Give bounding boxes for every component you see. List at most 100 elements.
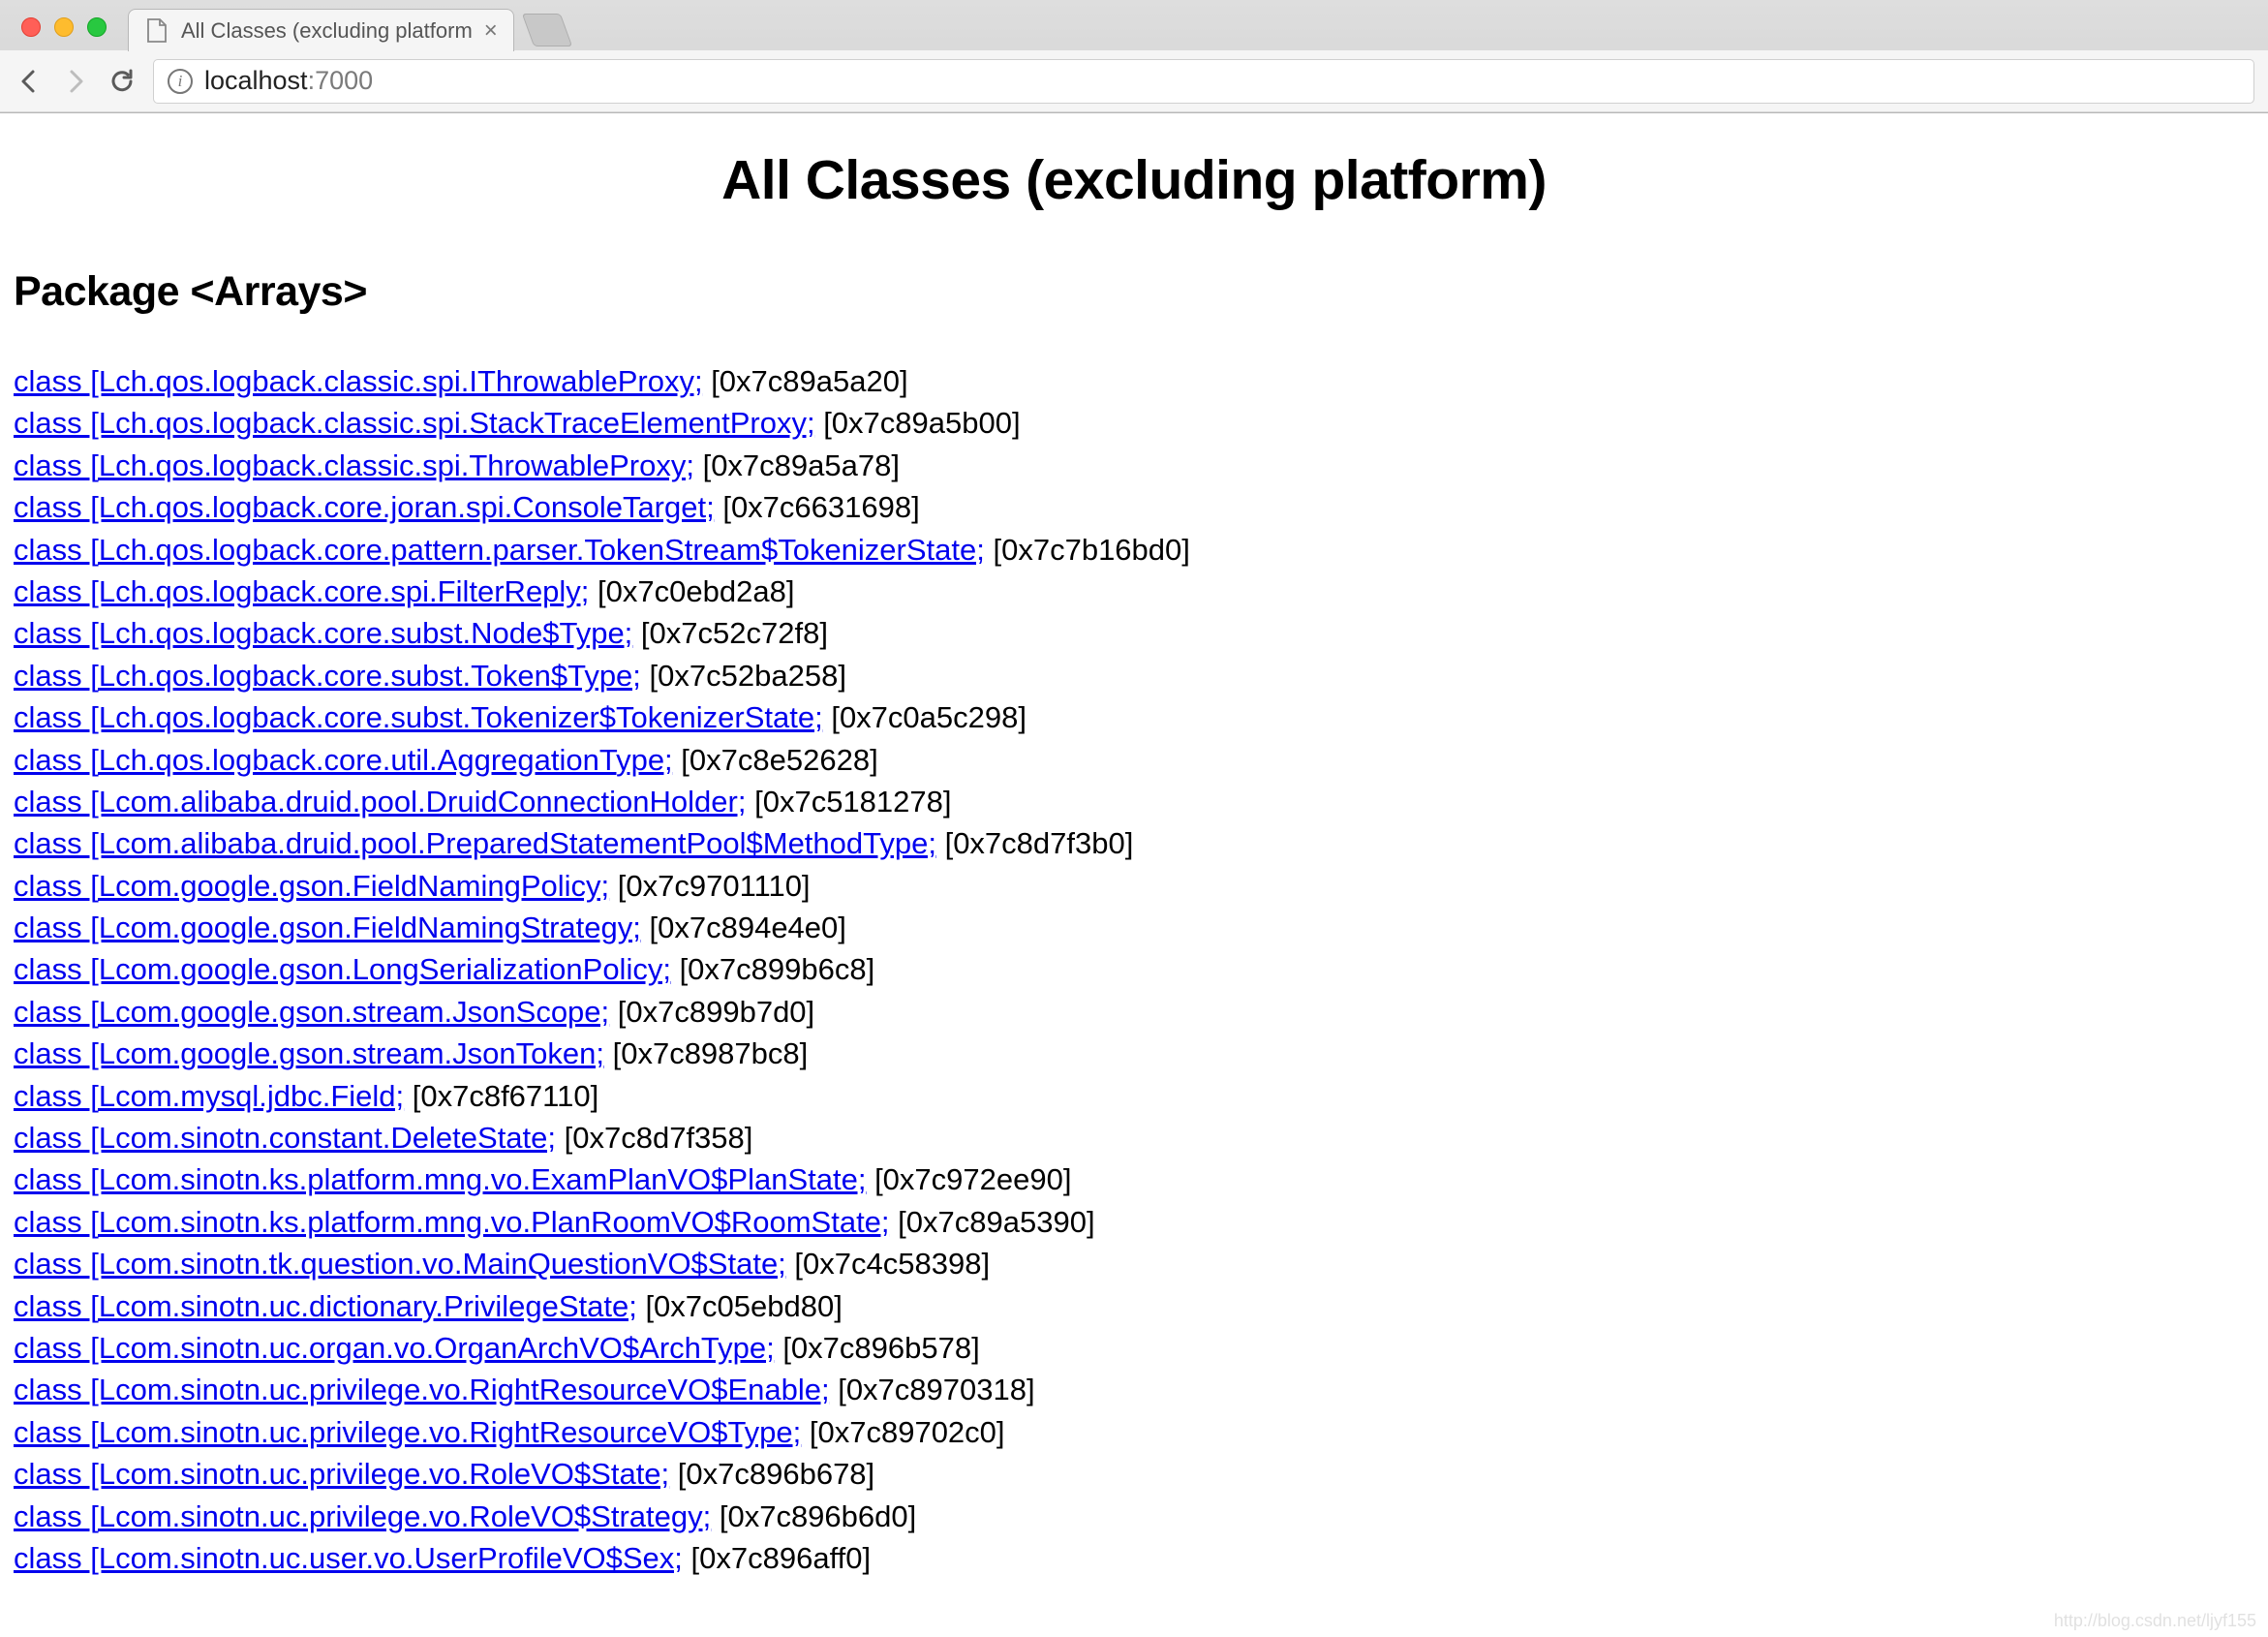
class-entry: class [Lcom.google.gson.stream.JsonToken… [14,1033,2254,1074]
class-link[interactable]: class [Lcom.sinotn.uc.privilege.vo.RoleV… [14,1499,711,1533]
class-link[interactable]: class [Lch.qos.logback.classic.spi.Stack… [14,406,815,440]
class-link[interactable]: class [Lch.qos.logback.core.subst.Tokeni… [14,700,823,734]
class-entry: class [Lcom.sinotn.uc.dictionary.Privile… [14,1285,2254,1327]
class-address: [0x7c89a5a20] [703,364,908,398]
class-link[interactable]: class [Lcom.google.gson.LongSerializatio… [14,952,671,986]
class-entry: class [Lcom.google.gson.stream.JsonScope… [14,991,2254,1033]
class-address: [0x7c89a5b00] [815,406,1021,440]
class-address: [0x7c05ebd80] [637,1289,843,1323]
class-link[interactable]: class [Lcom.sinotn.uc.organ.vo.OrganArch… [14,1331,775,1365]
class-entry: class [Lch.qos.logback.core.util.Aggrega… [14,739,2254,781]
class-link[interactable]: class [Lcom.google.gson.FieldNamingPolic… [14,869,609,903]
class-address: [0x7c89a5390] [890,1205,1095,1239]
class-link[interactable]: class [Lcom.google.gson.FieldNamingStrat… [14,911,641,944]
class-address: [0x7c8970318] [830,1373,1035,1406]
class-entry: class [Lch.qos.logback.core.pattern.pars… [14,529,2254,571]
class-link[interactable]: class [Lcom.sinotn.uc.user.vo.UserProfil… [14,1541,683,1575]
site-info-icon[interactable]: i [168,69,193,94]
url-host: localhost [204,66,308,95]
class-link[interactable]: class [Lch.qos.logback.core.spi.FilterRe… [14,574,589,608]
window-minimize-button[interactable] [54,17,74,37]
class-entry: class [Lcom.sinotn.uc.organ.vo.OrganArch… [14,1327,2254,1369]
class-address: [0x7c8f67110] [404,1079,598,1113]
class-link[interactable]: class [Lcom.mysql.jdbc.Field; [14,1079,404,1113]
back-button[interactable] [14,66,45,97]
class-link[interactable]: class [Lcom.google.gson.stream.JsonScope… [14,995,609,1029]
class-address: [0x7c8d7f3b0] [936,826,1133,860]
class-address: [0x7c89702c0] [801,1415,1004,1449]
browser-toolbar: i localhost:7000 [0,50,2268,112]
class-entry: class [Lch.qos.logback.core.spi.FilterRe… [14,571,2254,612]
address-bar[interactable]: i localhost:7000 [153,59,2254,104]
class-link[interactable]: class [Lch.qos.logback.core.subst.Token$… [14,659,641,693]
class-entry: class [Lcom.google.gson.LongSerializatio… [14,948,2254,990]
class-entry: class [Lcom.alibaba.druid.pool.PreparedS… [14,822,2254,864]
class-link[interactable]: class [Lcom.google.gson.stream.JsonToken… [14,1036,604,1070]
class-address: [0x7c0a5c298] [823,700,1027,734]
new-tab-button[interactable] [522,14,572,46]
url-port: :7000 [308,66,374,95]
page-title: All Classes (excluding platform) [14,148,2254,212]
class-entry: class [Lcom.alibaba.druid.pool.DruidConn… [14,781,2254,822]
window-controls [14,17,118,50]
watermark: http://blog.csdn.net/ljyf155 [2054,1611,2256,1631]
class-link[interactable]: class [Lch.qos.logback.core.pattern.pars… [14,533,985,567]
class-link[interactable]: class [Lcom.sinotn.uc.privilege.vo.RoleV… [14,1457,669,1491]
class-link[interactable]: class [Lch.qos.logback.classic.spi.IThro… [14,364,703,398]
file-icon [144,18,169,44]
tab-bar: All Classes (excluding platform × [0,0,2268,50]
class-address: [0x7c899b7d0] [609,995,814,1029]
class-link[interactable]: class [Lcom.alibaba.druid.pool.DruidConn… [14,785,746,818]
class-address: [0x7c5181278] [746,785,951,818]
class-link[interactable]: class [Lch.qos.logback.core.joran.spi.Co… [14,490,715,524]
class-link[interactable]: class [Lcom.sinotn.ks.platform.mng.vo.Pl… [14,1205,890,1239]
class-list: class [Lch.qos.logback.classic.spi.IThro… [14,360,2254,1579]
url-text: localhost:7000 [204,66,373,96]
class-link[interactable]: class [Lch.qos.logback.classic.spi.Throw… [14,448,694,482]
reload-button[interactable] [107,66,138,97]
class-entry: class [Lcom.sinotn.tk.question.vo.MainQu… [14,1243,2254,1284]
class-link[interactable]: class [Lcom.sinotn.uc.privilege.vo.Right… [14,1415,801,1449]
class-address: [0x7c0ebd2a8] [589,574,794,608]
window-maximize-button[interactable] [87,17,107,37]
class-address: [0x7c972ee90] [866,1162,1071,1196]
browser-tab[interactable]: All Classes (excluding platform × [128,9,514,51]
window-close-button[interactable] [21,17,41,37]
class-entry: class [Lch.qos.logback.classic.spi.Stack… [14,402,2254,444]
class-entry: class [Lcom.google.gson.FieldNamingPolic… [14,865,2254,907]
class-entry: class [Lcom.google.gson.FieldNamingStrat… [14,907,2254,948]
class-address: [0x7c9701110] [609,869,810,903]
class-address: [0x7c52c72f8] [632,616,828,650]
class-link[interactable]: class [Lcom.sinotn.uc.dictionary.Privile… [14,1289,637,1323]
class-link[interactable]: class [Lch.qos.logback.core.util.Aggrega… [14,743,673,777]
class-link[interactable]: class [Lcom.sinotn.tk.question.vo.MainQu… [14,1247,786,1281]
class-link[interactable]: class [Lcom.sinotn.ks.platform.mng.vo.Ex… [14,1162,866,1196]
class-link[interactable]: class [Lcom.sinotn.constant.DeleteState; [14,1121,556,1155]
class-address: [0x7c8987bc8] [604,1036,808,1070]
class-link[interactable]: class [Lcom.sinotn.uc.privilege.vo.Right… [14,1373,830,1406]
tab-title: All Classes (excluding platform [181,18,473,44]
class-address: [0x7c8e52628] [673,743,878,777]
class-entry: class [Lch.qos.logback.core.subst.Tokeni… [14,696,2254,738]
class-entry: class [Lcom.mysql.jdbc.Field; [0x7c8f671… [14,1075,2254,1117]
class-entry: class [Lcom.sinotn.ks.platform.mng.vo.Ex… [14,1158,2254,1200]
class-entry: class [Lch.qos.logback.classic.spi.Throw… [14,445,2254,486]
class-entry: class [Lcom.sinotn.constant.DeleteState;… [14,1117,2254,1158]
forward-button[interactable] [60,66,91,97]
class-entry: class [Lcom.sinotn.uc.privilege.vo.RoleV… [14,1453,2254,1495]
class-address: [0x7c896aff0] [683,1541,871,1575]
class-entry: class [Lcom.sinotn.uc.privilege.vo.RoleV… [14,1496,2254,1537]
class-address: [0x7c7b16bd0] [985,533,1190,567]
class-address: [0x7c89a5a78] [694,448,900,482]
class-address: [0x7c896b6d0] [711,1499,916,1533]
class-address: [0x7c6631698] [715,490,920,524]
class-entry: class [Lch.qos.logback.core.subst.Node$T… [14,612,2254,654]
class-entry: class [Lch.qos.logback.core.subst.Token$… [14,655,2254,696]
class-address: [0x7c8d7f358] [556,1121,752,1155]
class-link[interactable]: class [Lcom.alibaba.druid.pool.PreparedS… [14,826,936,860]
class-address: [0x7c896b678] [669,1457,874,1491]
class-entry: class [Lch.qos.logback.classic.spi.IThro… [14,360,2254,402]
class-link[interactable]: class [Lch.qos.logback.core.subst.Node$T… [14,616,632,650]
browser-chrome: All Classes (excluding platform × i loca… [0,0,2268,113]
tab-close-button[interactable]: × [484,19,498,43]
